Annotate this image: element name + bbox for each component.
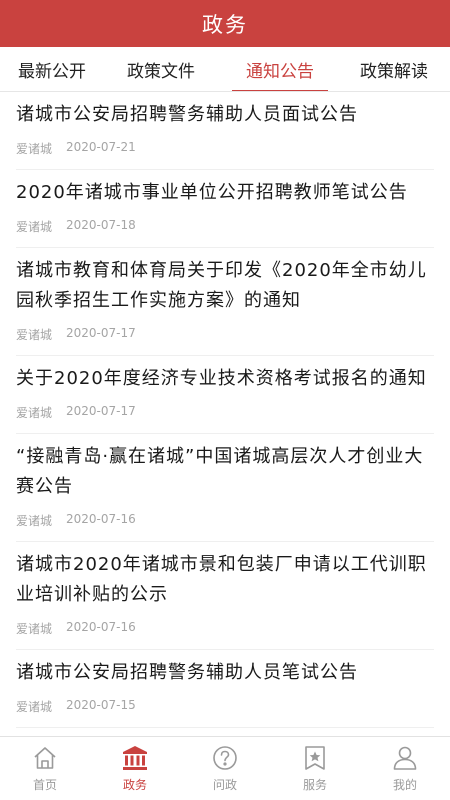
- item-title[interactable]: 2020年诸城市事业单位公开招聘教师笔试公告: [16, 170, 434, 208]
- list-item[interactable]: 2020年诸城市事业单位公开招聘教师笔试公告 爱诸城 2020-07-18: [16, 170, 434, 248]
- question-icon: [213, 746, 237, 770]
- tab-policy-interpretation[interactable]: 政策解读: [338, 47, 450, 91]
- category-tabs: 最新公开 政策文件 通知公告 政策解读: [0, 47, 450, 92]
- notice-list[interactable]: 诸城市公安局招聘警务辅助人员面试公告 爱诸城 2020-07-21 2020年诸…: [0, 92, 450, 736]
- item-source: 爱诸城: [16, 328, 53, 342]
- item-date: 2020-07-15: [66, 698, 136, 712]
- item-date: 2020-07-17: [66, 326, 136, 340]
- item-meta: 爱诸城 2020-07-17: [16, 394, 434, 433]
- tabbar-inquiry-label: 问政: [212, 778, 237, 792]
- item-meta: 爱诸城 2020-07-21: [16, 130, 434, 169]
- bottom-tab-bar: 首页 政务 问政 服务 我的: [0, 736, 450, 800]
- tabbar-mine[interactable]: 我的: [360, 737, 450, 800]
- item-source: 爱诸城: [16, 406, 53, 420]
- app-header: 政务: [0, 0, 450, 47]
- item-date: 2020-07-21: [66, 140, 136, 154]
- item-meta: 爱诸城 2020-07-16: [16, 502, 434, 541]
- tab-policy-documents[interactable]: 政策文件: [100, 47, 222, 91]
- tabbar-home[interactable]: 首页: [0, 737, 90, 800]
- tabbar-service-label: 服务: [302, 778, 327, 792]
- list-item[interactable]: 诸城市教育和体育局关于印发《2020年全市幼儿园秋季招生工作实施方案》的通知 爱…: [16, 248, 434, 356]
- list-item[interactable]: 关于2020年度经济专业技术资格考试报名的通知 爱诸城 2020-07-17: [16, 356, 434, 434]
- list-item[interactable]: 诸城市公安局招聘警务辅助人员笔试公告 爱诸城 2020-07-15: [16, 650, 434, 728]
- list-item[interactable]: 诸城市公安局招聘警务辅助人员面试公告 爱诸城 2020-07-21: [16, 92, 434, 170]
- tabbar-government[interactable]: 政务: [90, 737, 180, 800]
- item-title[interactable]: 诸城市2020年诸城市景和包装厂申请以工代训职业培训补贴的公示: [16, 542, 434, 610]
- item-source: 爱诸城: [16, 514, 53, 528]
- item-source: 爱诸城: [16, 700, 53, 714]
- item-title[interactable]: 诸城市公安局招聘警务辅助人员笔试公告: [16, 650, 434, 688]
- item-date: 2020-07-18: [66, 218, 136, 232]
- item-meta: 爱诸城 2020-07-17: [16, 316, 434, 355]
- tabbar-service[interactable]: 服务: [270, 737, 360, 800]
- item-meta: 爱诸城 2020-07-15: [16, 688, 434, 727]
- list-item[interactable]: “接融青岛·赢在诸城”中国诸城高层次人才创业大赛公告 爱诸城 2020-07-1…: [16, 434, 434, 542]
- item-meta: 爱诸城 2020-07-16: [16, 610, 434, 649]
- item-source: 爱诸城: [16, 220, 53, 234]
- tabbar-government-label: 政务: [122, 778, 147, 792]
- item-title[interactable]: 诸城市公安局招聘警务辅助人员面试公告: [16, 92, 434, 130]
- item-title[interactable]: 诸城市教育和体育局关于印发《2020年全市幼儿园秋季招生工作实施方案》的通知: [16, 248, 434, 316]
- item-source: 爱诸城: [16, 622, 53, 636]
- home-icon: [34, 747, 56, 769]
- tabbar-inquiry[interactable]: 问政: [180, 737, 270, 800]
- item-title[interactable]: “接融青岛·赢在诸城”中国诸城高层次人才创业大赛公告: [16, 434, 434, 502]
- item-date: 2020-07-17: [66, 404, 136, 418]
- item-date: 2020-07-16: [66, 620, 136, 634]
- user-icon: [393, 746, 417, 770]
- tabbar-mine-label: 我的: [392, 778, 417, 792]
- government-building-icon: [123, 746, 147, 770]
- tab-latest-public[interactable]: 最新公开: [4, 47, 100, 91]
- item-date: 2020-07-16: [66, 512, 136, 526]
- item-meta: 爱诸城 2020-07-18: [16, 208, 434, 247]
- item-source: 爱诸城: [16, 142, 53, 156]
- page-title: 政务: [202, 12, 248, 37]
- service-star-icon: [305, 746, 325, 770]
- item-title[interactable]: 关于2020年度经济专业技术资格考试报名的通知: [16, 356, 434, 394]
- tab-notices[interactable]: 通知公告: [222, 47, 338, 91]
- tabbar-home-label: 首页: [32, 778, 57, 792]
- list-item[interactable]: 诸城市2020年诸城市景和包装厂申请以工代训职业培训补贴的公示 爱诸城 2020…: [16, 542, 434, 650]
